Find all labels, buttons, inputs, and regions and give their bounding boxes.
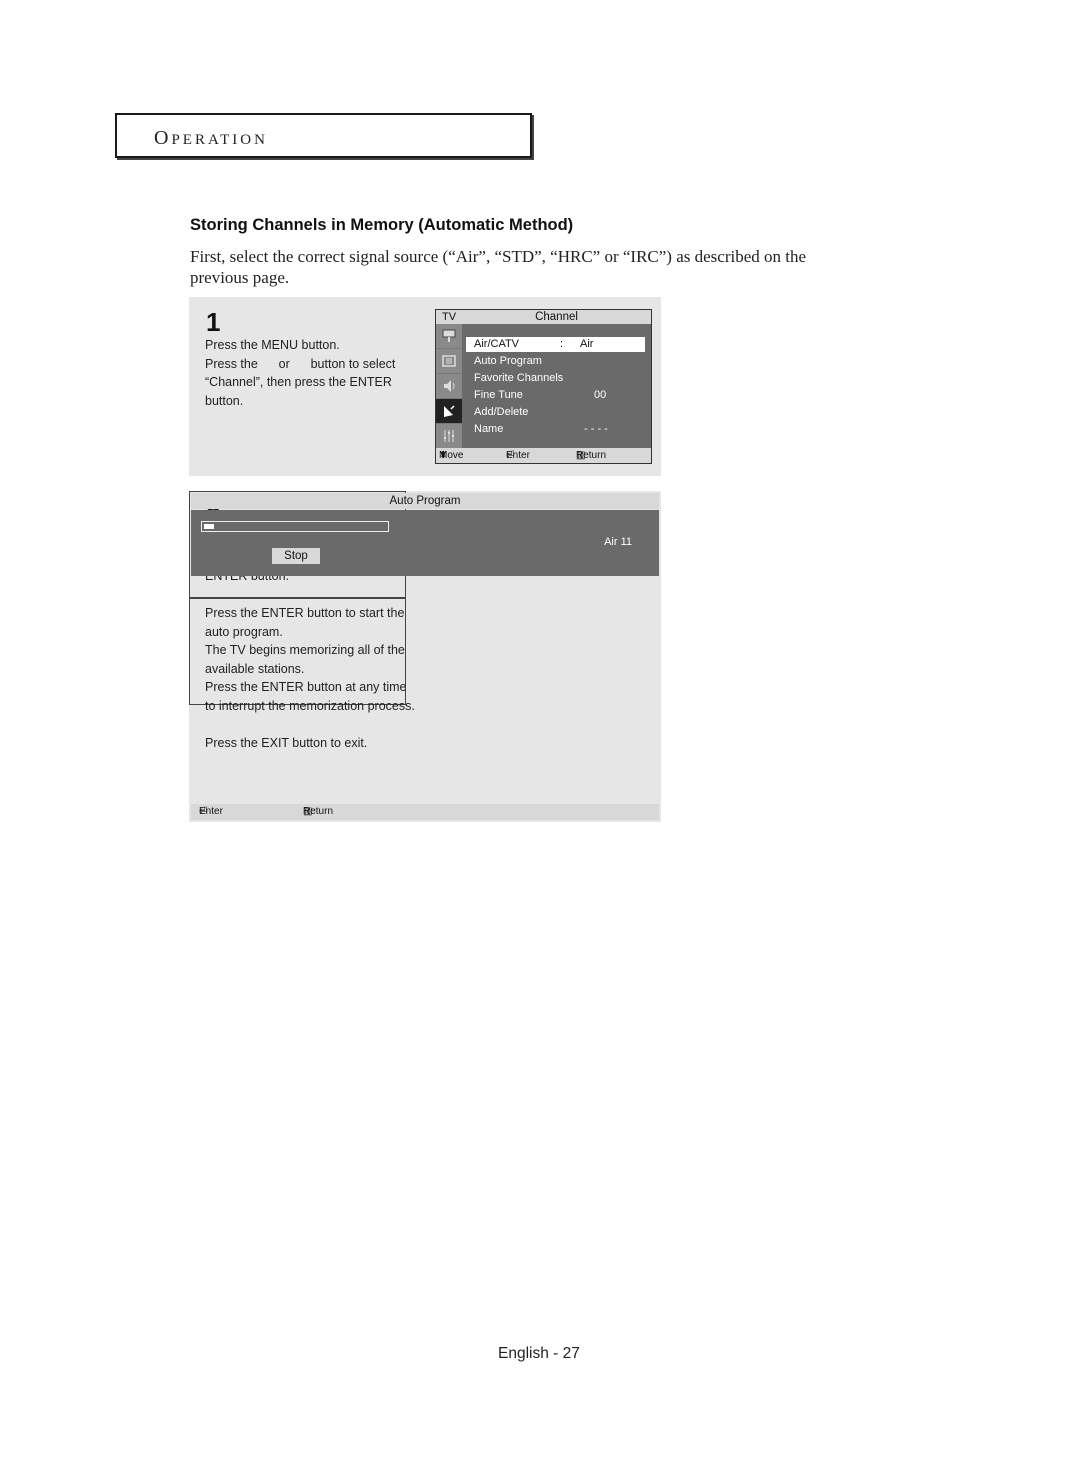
channel-menu-screen: TV Channel Air/CATV : Air Auto Program F…	[435, 309, 652, 464]
menu-title: Channel	[462, 310, 651, 324]
screen-title: Auto Program	[191, 493, 659, 509]
instruction-line: Press the ENTER button at any time to in…	[205, 680, 415, 713]
menu-item-air-catv[interactable]: Air/CATV : Air	[466, 337, 645, 352]
instruction-line: Press the ENTER button to start the auto…	[205, 606, 405, 639]
instruction-line: Press the or button to select “Channel”,…	[205, 356, 396, 408]
menu-icon-column	[436, 324, 462, 449]
sound-icon[interactable]	[436, 374, 462, 399]
progress-fill	[204, 524, 214, 529]
progress-bar	[201, 521, 389, 532]
menu-item-favorite-channels[interactable]: Favorite Channels	[466, 371, 645, 386]
menu-item-auto-program[interactable]: Auto Program	[466, 354, 645, 369]
menu-item-add-delete[interactable]: Add/Delete	[466, 405, 645, 420]
step-number: 1	[206, 307, 221, 337]
step-1-instructions: Press the MENU button. Press the or butt…	[205, 336, 420, 410]
instruction-line: Press the MENU button.	[205, 338, 340, 352]
stop-button[interactable]: Stop	[272, 548, 320, 564]
section-title: OPERATION	[154, 127, 268, 149]
page-number: English - 27	[498, 1345, 580, 1362]
picture-icon[interactable]	[436, 349, 462, 374]
menu-item-fine-tune[interactable]: Fine Tune 00	[466, 388, 645, 403]
page-heading: Storing Channels in Memory (Automatic Me…	[190, 216, 574, 234]
step-1-panel: 1 Press the MENU button. Press the or bu…	[189, 297, 661, 476]
instruction-line: The TV begins memorizing all of the avai…	[205, 643, 405, 676]
step-2-panel: 2 Press the or button to select “Auto Pr…	[189, 491, 661, 822]
scan-status: Air 11	[604, 536, 632, 548]
instruction-line: Press the EXIT button to exit.	[205, 735, 368, 750]
setup-icon[interactable]	[436, 424, 462, 449]
tv-label: TV	[436, 310, 462, 324]
intro-paragraph: First, select the correct signal source …	[190, 247, 807, 287]
input-icon[interactable]	[436, 324, 462, 349]
channel-antenna-icon[interactable]	[436, 399, 462, 424]
menu-item-name[interactable]: Name - - - -	[466, 422, 645, 437]
menu-footer: ⬍ Move ⏎ Enter ▥ Return	[436, 448, 651, 463]
